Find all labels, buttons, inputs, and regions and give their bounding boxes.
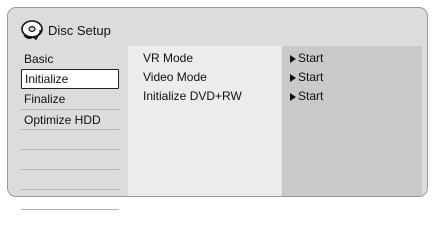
- option-video-mode[interactable]: Video Mode: [128, 68, 281, 87]
- disc-setup-window: Disc Setup Basic Initialize Finalize Opt…: [7, 7, 428, 210]
- sidebar-empty-slot: [21, 169, 119, 189]
- sidebar-item-label: Optimize HDD: [24, 113, 101, 127]
- sidebar-empty-slot: [21, 189, 119, 209]
- sidebar-item-label: Finalize: [24, 92, 66, 106]
- start-label: Start: [298, 89, 324, 103]
- disc-setup-icon: [21, 20, 43, 41]
- start-label: Start: [298, 51, 324, 65]
- sidebar-item-label: Initialize: [25, 72, 69, 86]
- play-arrow-icon: [290, 73, 296, 82]
- start-button-initialize-dvd-rw[interactable]: Start: [282, 87, 422, 106]
- page-title: Disc Setup: [48, 22, 111, 38]
- values-panel: Start Start Start: [282, 46, 422, 196]
- sidebar-item-optimize-hdd[interactable]: Optimize HDD: [21, 109, 119, 129]
- start-button-video-mode[interactable]: Start: [282, 68, 422, 87]
- play-arrow-icon: [290, 92, 296, 101]
- option-vr-mode[interactable]: VR Mode: [128, 49, 281, 68]
- sidebar-divider: [21, 209, 119, 210]
- sidebar-menu: Basic Initialize Finalize Optimize HDD: [21, 49, 119, 210]
- sidebar-item-basic[interactable]: Basic: [21, 49, 119, 69]
- options-panel: VR Mode Video Mode Initialize DVD+RW: [128, 46, 281, 196]
- start-button-vr-mode[interactable]: Start: [282, 49, 422, 68]
- sidebar-empty-slot: [21, 129, 119, 149]
- option-initialize-dvd-rw[interactable]: Initialize DVD+RW: [128, 87, 281, 106]
- sidebar-empty-slot: [21, 149, 119, 169]
- sidebar-item-initialize[interactable]: Initialize: [21, 69, 119, 89]
- sidebar-item-finalize[interactable]: Finalize: [21, 89, 119, 109]
- start-label: Start: [298, 70, 324, 84]
- sidebar-item-label: Basic: [24, 52, 54, 66]
- play-arrow-icon: [290, 54, 296, 63]
- title-bar: Disc Setup: [20, 18, 111, 42]
